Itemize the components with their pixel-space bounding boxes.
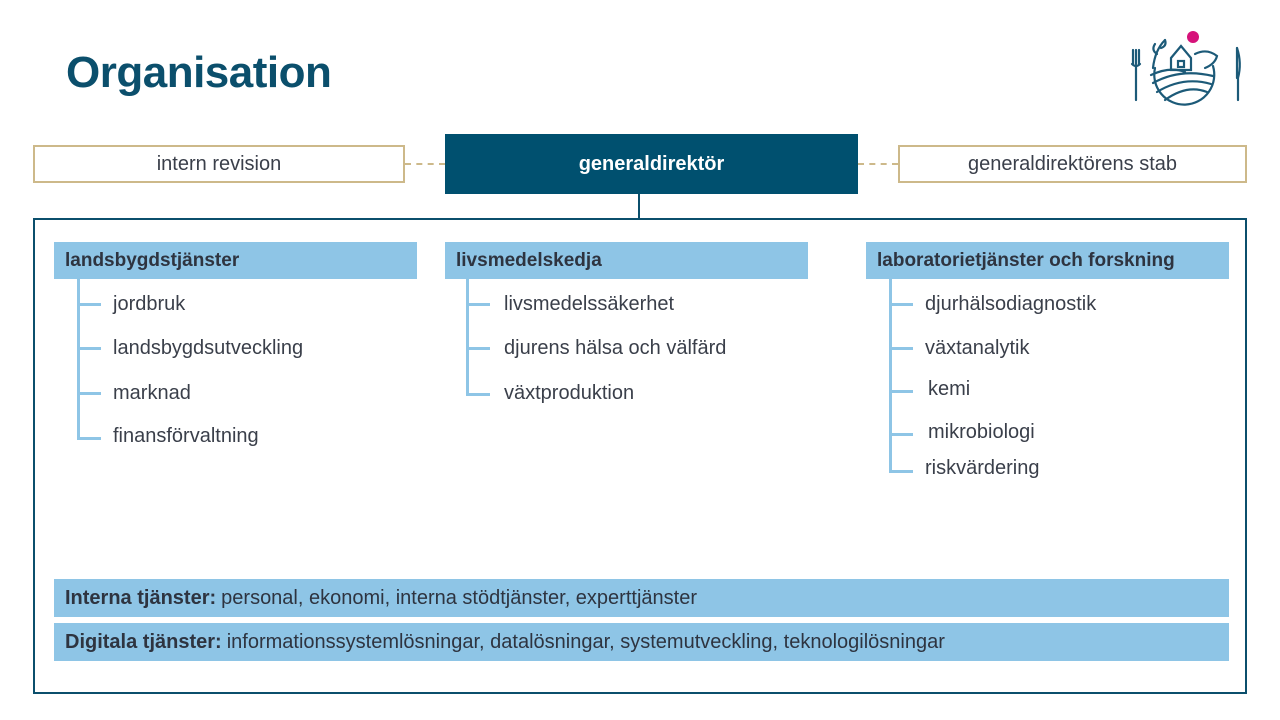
digital-services-label: Digitala tjänster: xyxy=(65,630,222,653)
tree-branch xyxy=(466,347,490,350)
unit-item: finansförvaltning xyxy=(113,425,259,447)
unit-item: marknad xyxy=(113,382,191,404)
tree-branch xyxy=(466,303,490,306)
department-header-landsbygdstjanster: landsbygdstjänster xyxy=(54,242,417,279)
tree-branch xyxy=(466,393,490,396)
unit-item: livsmedelssäkerhet xyxy=(504,293,675,315)
connector-vertical xyxy=(638,194,640,218)
tree-branch xyxy=(889,433,913,436)
unit-item: riskvärdering xyxy=(925,457,1040,479)
tree-line xyxy=(466,279,469,396)
tree-branch xyxy=(889,470,913,473)
unit-item: mikrobiologi xyxy=(928,421,1035,443)
internal-services-bar: Interna tjänster: personal, ekonomi, int… xyxy=(54,579,1229,617)
tree-branch xyxy=(889,347,913,350)
internal-services-label: Interna tjänster: xyxy=(65,586,217,609)
unit-item: växtanalytik xyxy=(925,337,1030,359)
unit-item: växtproduktion xyxy=(504,382,635,404)
ruokavirasto-logo-icon xyxy=(1130,31,1241,106)
unit-item: kemi xyxy=(928,378,971,400)
department-header-laboratorietjanster: laboratorietjänster och forskning xyxy=(866,242,1229,279)
tree-branch xyxy=(77,347,101,350)
unit-item: landsbygdsutveckling xyxy=(113,337,304,359)
tree-branch xyxy=(77,437,101,440)
digital-services-bar: Digitala tjänster: informationssystemlös… xyxy=(54,623,1229,661)
connector-dashed-right xyxy=(858,163,898,165)
tree-branch xyxy=(77,303,101,306)
department-header-livsmedelskedja: livsmedelskedja xyxy=(445,242,808,279)
tree-branch xyxy=(889,303,913,306)
connector-dashed-left xyxy=(405,163,445,165)
unit-item: djurens hälsa och välfärd xyxy=(504,337,727,359)
tree-line xyxy=(889,279,892,473)
unit-item: djurhälsodiagnostik xyxy=(925,293,1097,315)
generaldirektor-box: generaldirektör xyxy=(445,134,858,194)
tree-branch xyxy=(77,392,101,395)
digital-services-text: informationssystemlösningar, datalösning… xyxy=(226,630,945,653)
tree-branch xyxy=(889,390,913,393)
intern-revision-box: intern revision xyxy=(33,145,405,183)
unit-item: jordbruk xyxy=(113,293,186,315)
page-title: Organisation xyxy=(66,48,332,97)
internal-services-text: personal, ekonomi, interna stödtjänster,… xyxy=(221,586,697,609)
generaldirektorens-stab-box: generaldirektörens stab xyxy=(898,145,1247,183)
